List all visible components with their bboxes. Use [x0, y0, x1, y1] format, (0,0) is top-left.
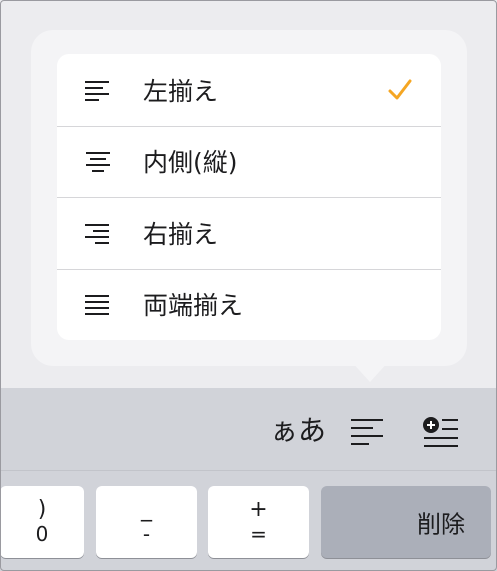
key-top-label: + — [249, 497, 268, 522]
align-justify-icon — [85, 295, 109, 316]
key-top-label: ) — [37, 497, 47, 522]
delete-key[interactable]: 削除 — [321, 486, 491, 558]
key-paren-zero[interactable]: ) 0 — [0, 486, 84, 558]
key-bottom-label: 0 — [35, 522, 49, 546]
align-left-icon[interactable] — [350, 416, 386, 448]
key-top-label: _ — [141, 497, 152, 522]
popover-arrow — [350, 360, 390, 382]
key-bottom-label: = — [250, 522, 267, 546]
key-plus-equals[interactable]: + = — [208, 486, 309, 558]
menu-item-align-center[interactable]: 内側(縦) — [57, 125, 441, 198]
menu-item-label: 右揃え — [143, 219, 219, 249]
menu-item-align-right[interactable]: 右揃え — [57, 197, 441, 269]
alignment-menu: 左揃え 内側(縦) 右揃え 両端揃え — [57, 54, 441, 340]
delete-key-label: 削除 — [417, 510, 465, 539]
key-bottom-label: - — [142, 522, 151, 546]
menu-item-label: 左揃え — [143, 76, 219, 106]
menu-item-label: 内側(縦) — [143, 148, 238, 178]
input-mode-button[interactable]: ぁあ — [270, 412, 326, 450]
checkmark-icon — [388, 79, 412, 100]
align-center-icon — [86, 152, 110, 173]
menu-item-align-justify[interactable]: 両端揃え — [57, 268, 441, 341]
menu-item-label: 両端揃え — [143, 291, 244, 321]
key-underscore-hyphen[interactable]: _ - — [96, 486, 197, 558]
align-right-icon — [85, 223, 109, 244]
insert-plus-list-icon[interactable] — [420, 414, 460, 450]
menu-item-align-left[interactable]: 左揃え — [57, 54, 441, 126]
align-left-icon — [85, 80, 109, 101]
